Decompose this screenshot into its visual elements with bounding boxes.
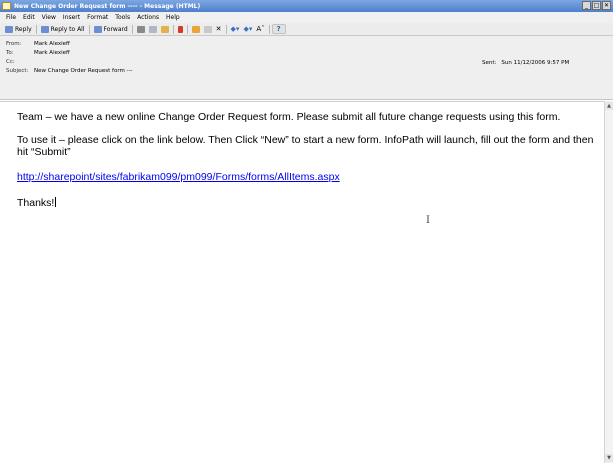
- subject-value: New Change Order Request form ---: [34, 68, 133, 74]
- sent-value: Sun 11/12/2006 9:57 PM: [501, 60, 570, 66]
- categorize-icon: [191, 25, 200, 33]
- form-library-link[interactable]: http://sharepoint/sites/fabrikam099/pm09…: [17, 171, 340, 183]
- previous-icon[interactable]: ◆▾: [229, 25, 242, 34]
- menu-format[interactable]: Format: [87, 14, 108, 21]
- toolbar-divider: [186, 24, 188, 34]
- move-to-folder-icon: [160, 25, 169, 33]
- cc-row: Cc:: [6, 59, 34, 65]
- body-paragraph-2: To use it – please click on the link bel…: [17, 134, 594, 158]
- scroll-up-icon[interactable]: ▲: [605, 102, 613, 110]
- help-icon: ?: [276, 24, 281, 33]
- forward-icon: [93, 25, 102, 33]
- menu-file[interactable]: File: [6, 14, 16, 21]
- subject-row: Subject: New Change Order Request form -…: [6, 68, 133, 74]
- menu-tools[interactable]: Tools: [115, 14, 130, 21]
- cc-label: Cc:: [6, 59, 15, 65]
- closing-text: Thanks!: [17, 197, 55, 209]
- menu-help[interactable]: Help: [166, 14, 180, 21]
- ibeam-cursor-icon: I: [426, 215, 430, 226]
- sent-info: Sent: Sun 11/12/2006 9:57 PM: [482, 60, 569, 66]
- next-icon[interactable]: ◆▾: [241, 25, 254, 34]
- to-label: To:: [6, 50, 14, 56]
- toolbar: Reply Reply to All Forward ✕ ◆▾ ◆▾ Aˆ ?: [0, 23, 613, 36]
- move-to-folder-button[interactable]: [159, 25, 171, 33]
- title-bar: New Change Order Request form ---- - Mes…: [0, 0, 613, 12]
- reply-label: Reply: [15, 25, 32, 33]
- toolbar-divider: [35, 24, 37, 34]
- close-button[interactable]: ✕: [602, 1, 611, 10]
- window-title: New Change Order Request form ---- - Mes…: [14, 2, 201, 10]
- sent-label: Sent:: [482, 60, 497, 66]
- message-icon: [2, 2, 11, 10]
- help-button[interactable]: ?: [271, 24, 286, 34]
- scroll-down-icon[interactable]: ▼: [605, 454, 613, 462]
- copy-icon: [148, 25, 157, 33]
- from-value[interactable]: Mark Alexieff: [34, 41, 70, 47]
- vertical-scrollbar[interactable]: ▲ ▼: [604, 101, 613, 463]
- body-paragraph-1: Team – we have a new online Change Order…: [17, 111, 561, 123]
- reply-button[interactable]: Reply: [3, 25, 34, 33]
- toolbar-divider: [268, 24, 270, 34]
- message-header: From: Mark Alexieff To: Mark Alexieff Cc…: [0, 36, 613, 100]
- reply-all-label: Reply to All: [50, 25, 85, 33]
- toolbar-divider: [131, 24, 133, 34]
- reply-all-icon: [40, 25, 49, 33]
- font-size-icon[interactable]: Aˆ: [254, 25, 266, 34]
- menu-bar: File Edit View Insert Format Tools Actio…: [0, 12, 613, 23]
- delete-icon[interactable]: ✕: [214, 25, 224, 34]
- print-icon: [136, 25, 145, 33]
- reply-all-button[interactable]: Reply to All: [39, 25, 87, 33]
- window-controls: _ □ ✕: [582, 1, 611, 10]
- menu-edit[interactable]: Edit: [23, 14, 35, 21]
- print-button[interactable]: [135, 25, 147, 33]
- to-value[interactable]: Mark Alexieff: [34, 50, 70, 56]
- minimize-button[interactable]: _: [582, 1, 591, 10]
- flag-icon: [177, 25, 183, 33]
- menu-view[interactable]: View: [42, 14, 56, 21]
- forward-button[interactable]: Forward: [92, 25, 130, 33]
- flag-button[interactable]: [176, 25, 185, 33]
- toolbar-divider: [225, 24, 227, 34]
- move-button[interactable]: [202, 25, 214, 33]
- categorize-button[interactable]: [190, 25, 202, 33]
- move-icon: [203, 25, 212, 33]
- from-row: From: Mark Alexieff: [6, 41, 70, 47]
- body-link-paragraph: http://sharepoint/sites/fabrikam099/pm09…: [17, 171, 340, 184]
- toolbar-divider: [88, 24, 90, 34]
- from-label: From:: [6, 41, 22, 47]
- to-row: To: Mark Alexieff: [6, 50, 70, 56]
- text-caret: [55, 197, 57, 207]
- reply-icon: [5, 25, 13, 33]
- subject-label: Subject:: [6, 68, 29, 74]
- body-closing: Thanks!: [17, 197, 57, 210]
- menu-insert[interactable]: Insert: [63, 14, 80, 21]
- menu-actions[interactable]: Actions: [137, 14, 159, 21]
- message-body[interactable]: Team – we have a new online Change Order…: [0, 101, 604, 463]
- copy-button[interactable]: [147, 25, 159, 33]
- forward-label: Forward: [103, 25, 128, 33]
- toolbar-divider: [172, 24, 174, 34]
- maximize-button[interactable]: □: [592, 1, 601, 10]
